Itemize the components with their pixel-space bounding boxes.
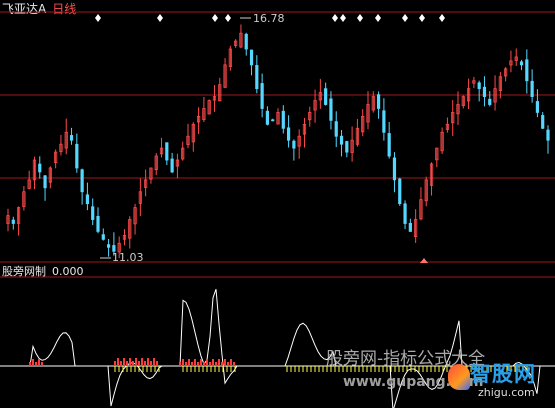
signal-marker-icon [357,14,363,22]
high-price-label: 16.78 [253,12,285,25]
low-price-label: 11.03 [112,251,144,264]
candle-body [292,140,296,149]
candle-body [260,83,264,109]
candle-body [392,157,397,181]
candle-body [334,121,338,137]
brand-url: zhigu.com [478,386,535,399]
signal-marker-icon [340,14,346,22]
candle-body [525,59,529,82]
candle-body [519,61,524,66]
candle-body [387,133,391,157]
candle-body [75,143,79,169]
candle-body [324,88,328,105]
signal-marker-icon [419,14,425,22]
candle-body [403,203,407,224]
candle-body [101,234,105,240]
candle-body [382,110,386,133]
candle-body [38,163,42,173]
candle-body [535,101,540,113]
signal-marker-icon [157,14,163,22]
candle-body [271,119,275,122]
candle-body [11,219,15,224]
candle-body [482,86,487,97]
candle-body [488,98,492,105]
candle-body [376,94,381,109]
brand-mark-icon [448,364,470,390]
candle-body [255,65,259,90]
signal-marker-icon [402,14,408,22]
candle-body [80,169,84,193]
signal-marker-icon [439,14,445,22]
candle-body [339,135,344,145]
candle-body [165,142,169,161]
candle-body [85,194,90,205]
candle-body [69,135,74,141]
candle-body [96,216,100,232]
signal-marker-icon [225,14,231,22]
candle-body [265,110,270,125]
candle-body [91,206,95,220]
brand-logo: 智股网 zhigu.com [448,358,555,408]
candle-body [398,178,402,205]
signal-marker-icon [375,14,381,22]
candle-body [244,33,248,50]
candle-body [286,127,291,141]
signal-marker-icon [95,14,101,22]
candle-body [345,141,349,153]
signal-marker-icon [332,14,338,22]
candle-body [477,82,481,90]
candle-body [249,49,254,66]
candle-body [530,80,534,97]
signal-marker-icon [212,14,218,22]
candle-body [408,222,412,232]
brand-name: 智股网 [470,362,536,386]
buy-triangle-icon [420,258,428,263]
candle-body [43,175,47,189]
candle-body [546,129,550,141]
candle-body [281,110,285,129]
candle-body [329,98,333,121]
candle-body [170,158,174,173]
candle-body [541,115,545,129]
candle-body [106,244,111,248]
